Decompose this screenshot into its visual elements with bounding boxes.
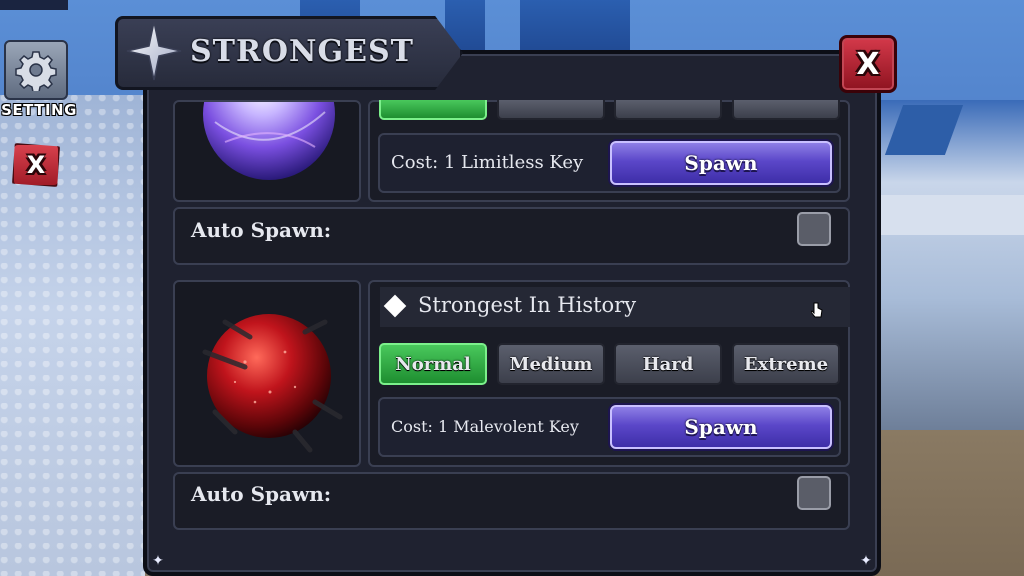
panel-title: STRONGEST: [190, 34, 414, 69]
auto-spawn-label: Auto Spawn:: [191, 482, 332, 506]
auto-spawn-checkbox[interactable]: [797, 212, 831, 246]
difficulty-button-partial[interactable]: [497, 100, 605, 120]
background-slab: [874, 195, 1024, 235]
settings-button[interactable]: [4, 40, 68, 100]
difficulty-button-medium[interactable]: Medium: [497, 343, 605, 385]
difficulty-button-extreme[interactable]: Extreme: [732, 343, 840, 385]
red-orb-icon: [202, 314, 343, 453]
star-icon: [126, 21, 182, 81]
difficulty-button-hard[interactable]: Hard: [614, 343, 722, 385]
background-ground: [874, 430, 1024, 576]
difficulty-button-partial[interactable]: [732, 100, 840, 120]
spawn-button[interactable]: Spawn: [610, 405, 832, 449]
side-close-button[interactable]: X: [12, 143, 60, 187]
cost-label: Cost: 1 Malevolent Key: [391, 417, 579, 436]
difficulty-button-normal[interactable]: Normal: [379, 343, 487, 385]
settings-label: SETTING: [1, 101, 77, 119]
cost-label: Cost: 1 Limitless Key: [391, 152, 584, 173]
close-icon: X: [26, 151, 46, 179]
close-icon: X: [856, 46, 880, 82]
boss-name: Strongest In History: [418, 293, 637, 317]
difficulty-button-partial[interactable]: [614, 100, 722, 120]
gear-icon: [15, 51, 57, 91]
auto-spawn-checkbox[interactable]: [797, 476, 831, 510]
hud-top-bar: [0, 0, 68, 10]
panel-close-button[interactable]: X: [839, 35, 897, 93]
corner-ornament-icon: ✦: [152, 553, 164, 569]
boss-thumbnail: [173, 280, 361, 467]
auto-spawn-label: Auto Spawn:: [191, 218, 332, 242]
pointer-cursor-icon: [811, 302, 823, 318]
corner-ornament-icon: ✦: [860, 553, 872, 569]
purple-orb-icon: [203, 102, 335, 180]
boss-thumbnail: [173, 100, 361, 202]
spawn-button[interactable]: Spawn: [610, 141, 832, 185]
difficulty-button-partial[interactable]: [379, 100, 487, 120]
